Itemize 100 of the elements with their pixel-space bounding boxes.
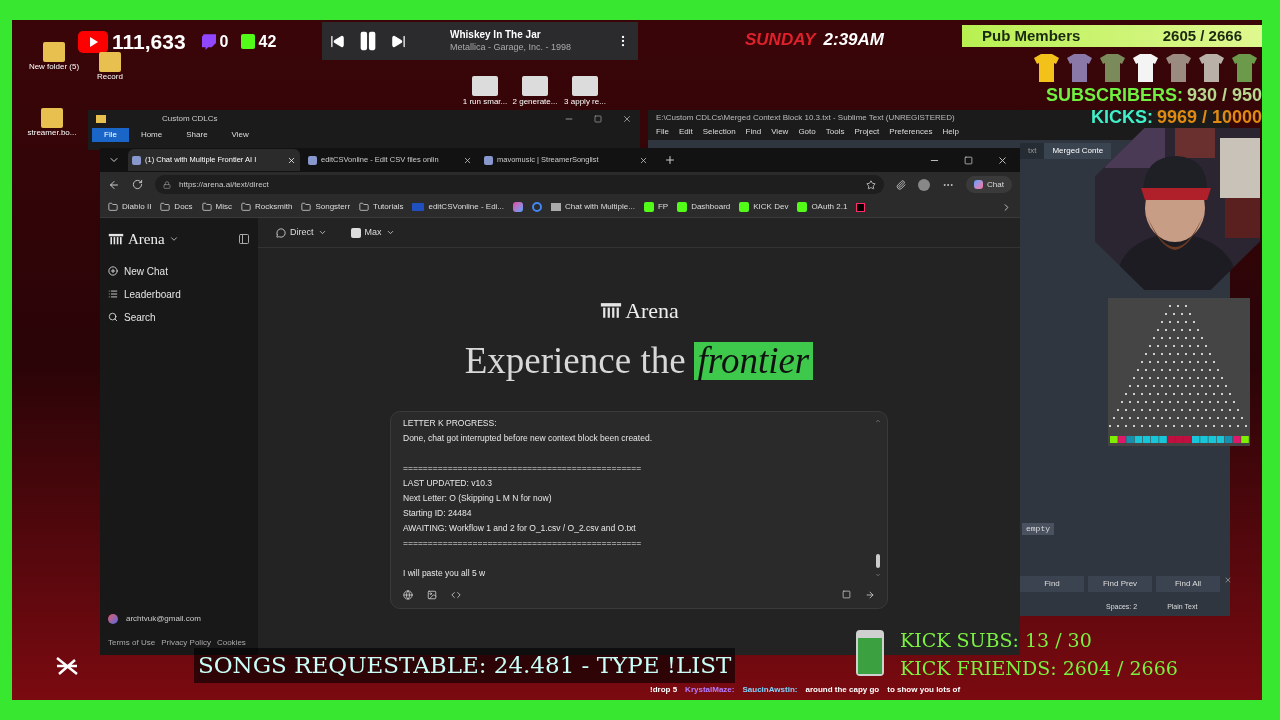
clock-time: 2:39AM xyxy=(823,29,884,51)
swirl-icon[interactable] xyxy=(513,202,524,212)
scrollbar-thumb[interactable] xyxy=(876,553,880,568)
desktop-icon-label[interactable]: Record xyxy=(97,72,123,82)
chevron-icon xyxy=(385,228,395,237)
kicks-count: 9969 / 10000 xyxy=(1156,108,1262,126)
find-button[interactable]: Find All xyxy=(1156,576,1220,592)
ribbon-tab[interactable]: File xyxy=(92,128,129,142)
close-icon[interactable] xyxy=(997,154,1008,166)
chat-bubble-icon xyxy=(276,227,286,238)
menu-item[interactable]: Tools xyxy=(825,126,845,140)
extension-icon[interactable] xyxy=(896,179,907,190)
close-icon[interactable] xyxy=(463,155,472,165)
model-dropdown[interactable]: Max xyxy=(350,225,395,240)
nav-item[interactable]: Search xyxy=(108,308,250,326)
bookmark-item[interactable]: Misc xyxy=(201,201,233,213)
new-tab-icon[interactable] xyxy=(664,154,676,166)
shortcut-label[interactable]: 2 generate... xyxy=(512,96,558,108)
shortcut-label[interactable]: 1 run smar... xyxy=(462,96,508,108)
menu-item[interactable]: Project xyxy=(854,126,880,140)
folder-icon xyxy=(241,202,252,212)
find-button[interactable]: Find Prev xyxy=(1088,576,1152,592)
star-icon[interactable] xyxy=(866,179,877,190)
menu-item[interactable]: Edit xyxy=(678,126,693,140)
back-icon[interactable] xyxy=(108,178,120,191)
footer-link[interactable]: Cookies xyxy=(216,637,246,649)
avatar-icon[interactable] xyxy=(108,614,118,624)
address-bar[interactable]: https://arena.ai/text/direct xyxy=(155,175,885,194)
play-logo-icon xyxy=(78,30,108,53)
menu-item[interactable]: Preferences xyxy=(889,126,933,140)
maximize-icon[interactable] xyxy=(594,115,602,123)
menu-item[interactable]: File xyxy=(656,126,669,140)
tiktok-icon[interactable] xyxy=(856,202,866,212)
close-icon[interactable] xyxy=(287,155,296,165)
bookmark-item[interactable]: Chat with Multiple... xyxy=(551,201,635,213)
folder-icon xyxy=(96,115,106,123)
send-icon[interactable] xyxy=(865,589,875,600)
ribbon-tab[interactable]: Share xyxy=(174,128,220,142)
mode-dropdown[interactable]: Direct xyxy=(276,225,327,240)
bookmark-item[interactable]: Songsterr xyxy=(301,201,351,213)
kick-logo-icon xyxy=(797,202,808,212)
nav-item[interactable]: Leaderboard xyxy=(108,285,250,303)
chat-button[interactable]: Chat xyxy=(966,176,1012,193)
previous-icon[interactable] xyxy=(330,33,345,49)
menu-item[interactable]: Goto xyxy=(798,126,816,140)
songs-banner: SONGS REQUESTABLE: 24.481 - TYPE !LIST xyxy=(194,648,736,683)
kick-logo-icon xyxy=(677,202,688,212)
csv-logo-icon xyxy=(412,203,425,211)
code-icon[interactable] xyxy=(451,589,461,600)
ribbon-tab[interactable]: Home xyxy=(128,128,175,142)
chat-username: SaucinAwstin: xyxy=(742,684,798,696)
window-title: E:\Custom CDLCs\Merged Context Block 10.3.txt - Sublime Text (UNREGISTERED) xyxy=(656,112,955,124)
close-icon[interactable] xyxy=(622,114,632,124)
folder-icon xyxy=(359,202,370,212)
next-icon[interactable] xyxy=(391,33,406,49)
footer-link[interactable]: Privacy Policy xyxy=(161,637,211,649)
folder-icon xyxy=(108,202,118,212)
menu-item[interactable]: View xyxy=(771,126,789,140)
image-icon[interactable] xyxy=(427,589,437,600)
desktop-icon-label[interactable]: New folder (5) xyxy=(28,62,80,72)
avatar-icon[interactable] xyxy=(918,178,931,191)
editor-tab[interactable]: Merged Conte xyxy=(1044,143,1112,159)
crossed-logo-icon xyxy=(55,656,79,676)
find-button[interactable]: Find xyxy=(1020,576,1084,592)
menu-item[interactable]: Selection xyxy=(702,126,736,140)
subscribers-count: 930 / 950 xyxy=(1186,86,1262,104)
sparkle-icon xyxy=(974,180,984,189)
globe-icon[interactable] xyxy=(403,589,413,600)
menu-item[interactable]: Help xyxy=(942,126,959,140)
menu-item[interactable]: Find xyxy=(745,126,762,140)
google-logo-icon[interactable] xyxy=(532,202,543,212)
chat-message: around the capy go xyxy=(805,684,880,696)
window-title: Custom CDLCs xyxy=(162,113,218,125)
ribbon-tab[interactable]: View xyxy=(219,128,261,142)
bookmark-item[interactable]: Docs xyxy=(160,201,193,213)
track-title: Whiskey In The Jar xyxy=(450,29,542,42)
close-icon[interactable] xyxy=(639,155,648,165)
bookmark-item[interactable]: FP xyxy=(643,201,669,213)
bookmark-item[interactable]: Dashboard xyxy=(677,201,731,213)
tab-favicon-icon xyxy=(308,155,317,165)
sidebar-toggle-icon[interactable] xyxy=(238,233,250,246)
prompt-field[interactable]: LETTER K PROGRESS: Done, chat got interrupted before new context block been created. ================================================ LAST UPDATED: v10.3 Next Letter: O (Skipping L M N for now) Starting ID: 24484 AWAITING: Workflow 1 and 2 for O_1.csv / O_2.csv and O.txt ================================================ I will paste you all 5 w xyxy=(391,411,887,582)
desktop-icon-label[interactable]: streamer.bo... xyxy=(27,128,77,138)
editor-tab[interactable]: txt xyxy=(1020,143,1045,159)
footer-link[interactable]: Terms of Use xyxy=(108,637,156,649)
reload-icon[interactable] xyxy=(132,179,143,190)
bookmark-item[interactable]: KICK Dev xyxy=(739,201,789,213)
shortcut-label[interactable]: 3 apply re... xyxy=(564,96,606,108)
bookmark-item[interactable]: Diablo II xyxy=(108,201,152,213)
chevron-icon xyxy=(317,228,327,237)
bookmark-item[interactable]: Tutorials xyxy=(359,201,404,213)
bookmark-item[interactable]: Rocksmith xyxy=(241,201,293,213)
jar-icon xyxy=(854,628,886,678)
nav-item[interactable]: New Chat xyxy=(108,262,250,280)
pub-members-count: 2605 / 2666 xyxy=(1162,25,1242,46)
bookmark-item[interactable]: OAuth 2.1 xyxy=(797,201,848,213)
kicks-label: KICKS: xyxy=(1090,108,1153,126)
brand-name: Arena xyxy=(128,230,165,249)
maximize-icon[interactable] xyxy=(964,155,973,165)
bookmark-item[interactable]: editCSVonline - Edi... xyxy=(412,201,505,213)
